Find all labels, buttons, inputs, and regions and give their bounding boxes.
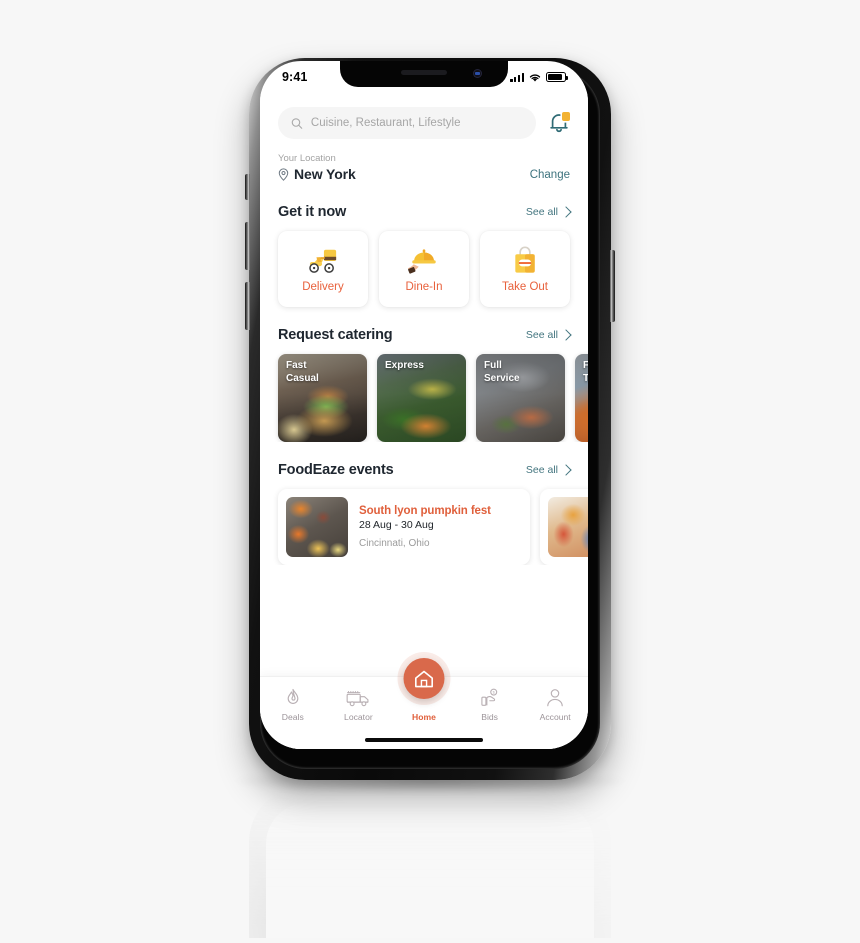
front-camera-icon bbox=[473, 69, 482, 78]
location-left: Your Location New York bbox=[278, 153, 356, 182]
home-scroll-area[interactable]: Your Location New York Change bbox=[260, 91, 588, 676]
notification-badge bbox=[561, 112, 570, 121]
hand-coin-icon: $ bbox=[480, 687, 500, 708]
foodeaze-events-header: FoodEaze events See all bbox=[260, 462, 588, 478]
tab-label-home: Home bbox=[412, 712, 436, 722]
location-caption: Your Location bbox=[278, 153, 336, 164]
chevron-right-icon bbox=[560, 206, 572, 218]
phone-device: 9:41 Cuisine, Restaurant, Lifestyle Your… bbox=[243, 44, 617, 784]
events-carousel[interactable]: South lyon pumpkin fest 28 Aug - 30 Aug … bbox=[260, 478, 588, 565]
cellular-bars-icon bbox=[510, 72, 524, 82]
flame-icon bbox=[285, 687, 301, 708]
get-it-now-header: Get it now See all bbox=[260, 204, 588, 220]
reflection-screen bbox=[266, 803, 594, 938]
search-icon bbox=[291, 117, 303, 129]
notification-bell-button[interactable] bbox=[548, 111, 570, 135]
volume-up-button[interactable] bbox=[245, 222, 250, 270]
see-all-get-it-now[interactable]: See all bbox=[525, 206, 572, 218]
scene-background: 9:41 Cuisine, Restaurant, Lifestyle Your… bbox=[0, 0, 860, 943]
status-time: 9:41 bbox=[282, 70, 308, 84]
see-all-request-catering[interactable]: See all bbox=[525, 329, 572, 341]
cloche-hand-icon bbox=[406, 245, 442, 276]
catering-card-full-service[interactable]: Full Service bbox=[476, 354, 565, 442]
phone-reflection bbox=[249, 786, 611, 938]
catering-card-express[interactable]: Express bbox=[377, 354, 466, 442]
event-thumbnail bbox=[548, 497, 588, 557]
tab-deals[interactable]: Deals bbox=[260, 687, 326, 722]
battery-full-icon bbox=[546, 72, 568, 82]
power-button[interactable] bbox=[610, 250, 615, 322]
location-city-row: New York bbox=[278, 166, 356, 182]
home-fab-button[interactable] bbox=[403, 658, 445, 699]
event-card-next[interactable] bbox=[540, 489, 588, 565]
event-card-south-lyon-pumpkin-fest[interactable]: South lyon pumpkin fest 28 Aug - 30 Aug … bbox=[278, 489, 530, 565]
get-it-now-label-delivery: Delivery bbox=[302, 281, 344, 293]
get-it-now-label-dine-in: Dine-In bbox=[405, 281, 443, 293]
catering-card-label: FooTru bbox=[583, 360, 588, 384]
wifi-icon bbox=[529, 73, 541, 82]
tab-account[interactable]: Account bbox=[522, 687, 588, 722]
catering-card-label: Express bbox=[385, 360, 424, 371]
see-all-label: See all bbox=[525, 464, 558, 476]
section-title-request-catering: Request catering bbox=[278, 327, 393, 343]
chevron-right-icon bbox=[560, 329, 572, 341]
get-it-now-card-dine-in[interactable]: Dine-In bbox=[379, 231, 469, 307]
map-pin-icon bbox=[278, 167, 289, 181]
tab-label-locator: Locator bbox=[344, 712, 373, 722]
catering-card-label: Fast Casual bbox=[286, 360, 319, 384]
tab-label-account: Account bbox=[539, 712, 571, 722]
search-bar[interactable] bbox=[278, 107, 536, 139]
section-title-get-it-now: Get it now bbox=[278, 204, 347, 220]
tab-bids[interactable]: $ Bids bbox=[457, 687, 523, 722]
takeout-bag-icon bbox=[510, 245, 540, 276]
section-title-foodeaze-events: FoodEaze events bbox=[278, 462, 394, 478]
tab-label-deals: Deals bbox=[281, 712, 304, 722]
see-all-foodeaze-events[interactable]: See all bbox=[525, 464, 572, 476]
home-icon bbox=[415, 670, 433, 687]
catering-carousel[interactable]: Fast Casual Express Full Service F T bbox=[260, 343, 588, 442]
request-catering-header: Request catering See all bbox=[260, 327, 588, 343]
change-location-link[interactable]: Change bbox=[530, 169, 570, 182]
earpiece-speaker bbox=[401, 70, 447, 75]
see-all-label: See all bbox=[525, 206, 558, 218]
scooter-delivery-icon bbox=[304, 245, 342, 276]
event-dates: 28 Aug - 30 Aug bbox=[359, 519, 434, 531]
get-it-now-row: Delivery Dine-In Take Out bbox=[260, 220, 588, 307]
home-indicator-bar[interactable] bbox=[365, 737, 483, 742]
mute-switch-button[interactable] bbox=[245, 174, 250, 200]
chevron-right-icon bbox=[560, 464, 572, 476]
location-block: Your Location New York Change bbox=[260, 139, 588, 182]
location-city: New York bbox=[294, 166, 356, 182]
status-indicators bbox=[510, 72, 568, 83]
food-truck-icon bbox=[346, 687, 371, 708]
catering-card-label: Full Service bbox=[484, 360, 520, 384]
app-container: Your Location New York Change bbox=[260, 91, 588, 749]
tab-label-bids: Bids bbox=[481, 712, 498, 722]
phone-screen: 9:41 Cuisine, Restaurant, Lifestyle Your… bbox=[260, 61, 588, 749]
get-it-now-label-take-out: Take Out bbox=[501, 281, 549, 293]
event-title: South lyon pumpkin fest bbox=[359, 505, 491, 517]
reflection-body bbox=[249, 786, 611, 938]
search-input[interactable] bbox=[310, 117, 523, 129]
volume-down-button[interactable] bbox=[245, 282, 250, 330]
tab-home[interactable]: Home bbox=[391, 658, 457, 722]
device-notch bbox=[340, 61, 508, 87]
event-location: Cincinnati, Ohio bbox=[359, 538, 430, 549]
person-icon bbox=[546, 687, 564, 708]
search-row bbox=[260, 101, 588, 139]
catering-card-fast-casual[interactable]: Fast Casual bbox=[278, 354, 367, 442]
get-it-now-card-delivery[interactable]: Delivery bbox=[278, 231, 368, 307]
get-it-now-card-take-out[interactable]: Take Out bbox=[480, 231, 570, 307]
bottom-tab-bar: Deals Locator Home $ Bids Account bbox=[260, 658, 588, 749]
event-info: South lyon pumpkin fest 28 Aug - 30 Aug … bbox=[359, 505, 491, 549]
tab-locator[interactable]: Locator bbox=[326, 687, 392, 722]
event-thumbnail bbox=[286, 497, 348, 557]
svg-text:$: $ bbox=[492, 689, 495, 694]
see-all-label: See all bbox=[525, 329, 558, 341]
catering-card-food-truck[interactable]: FooTru bbox=[575, 354, 588, 442]
